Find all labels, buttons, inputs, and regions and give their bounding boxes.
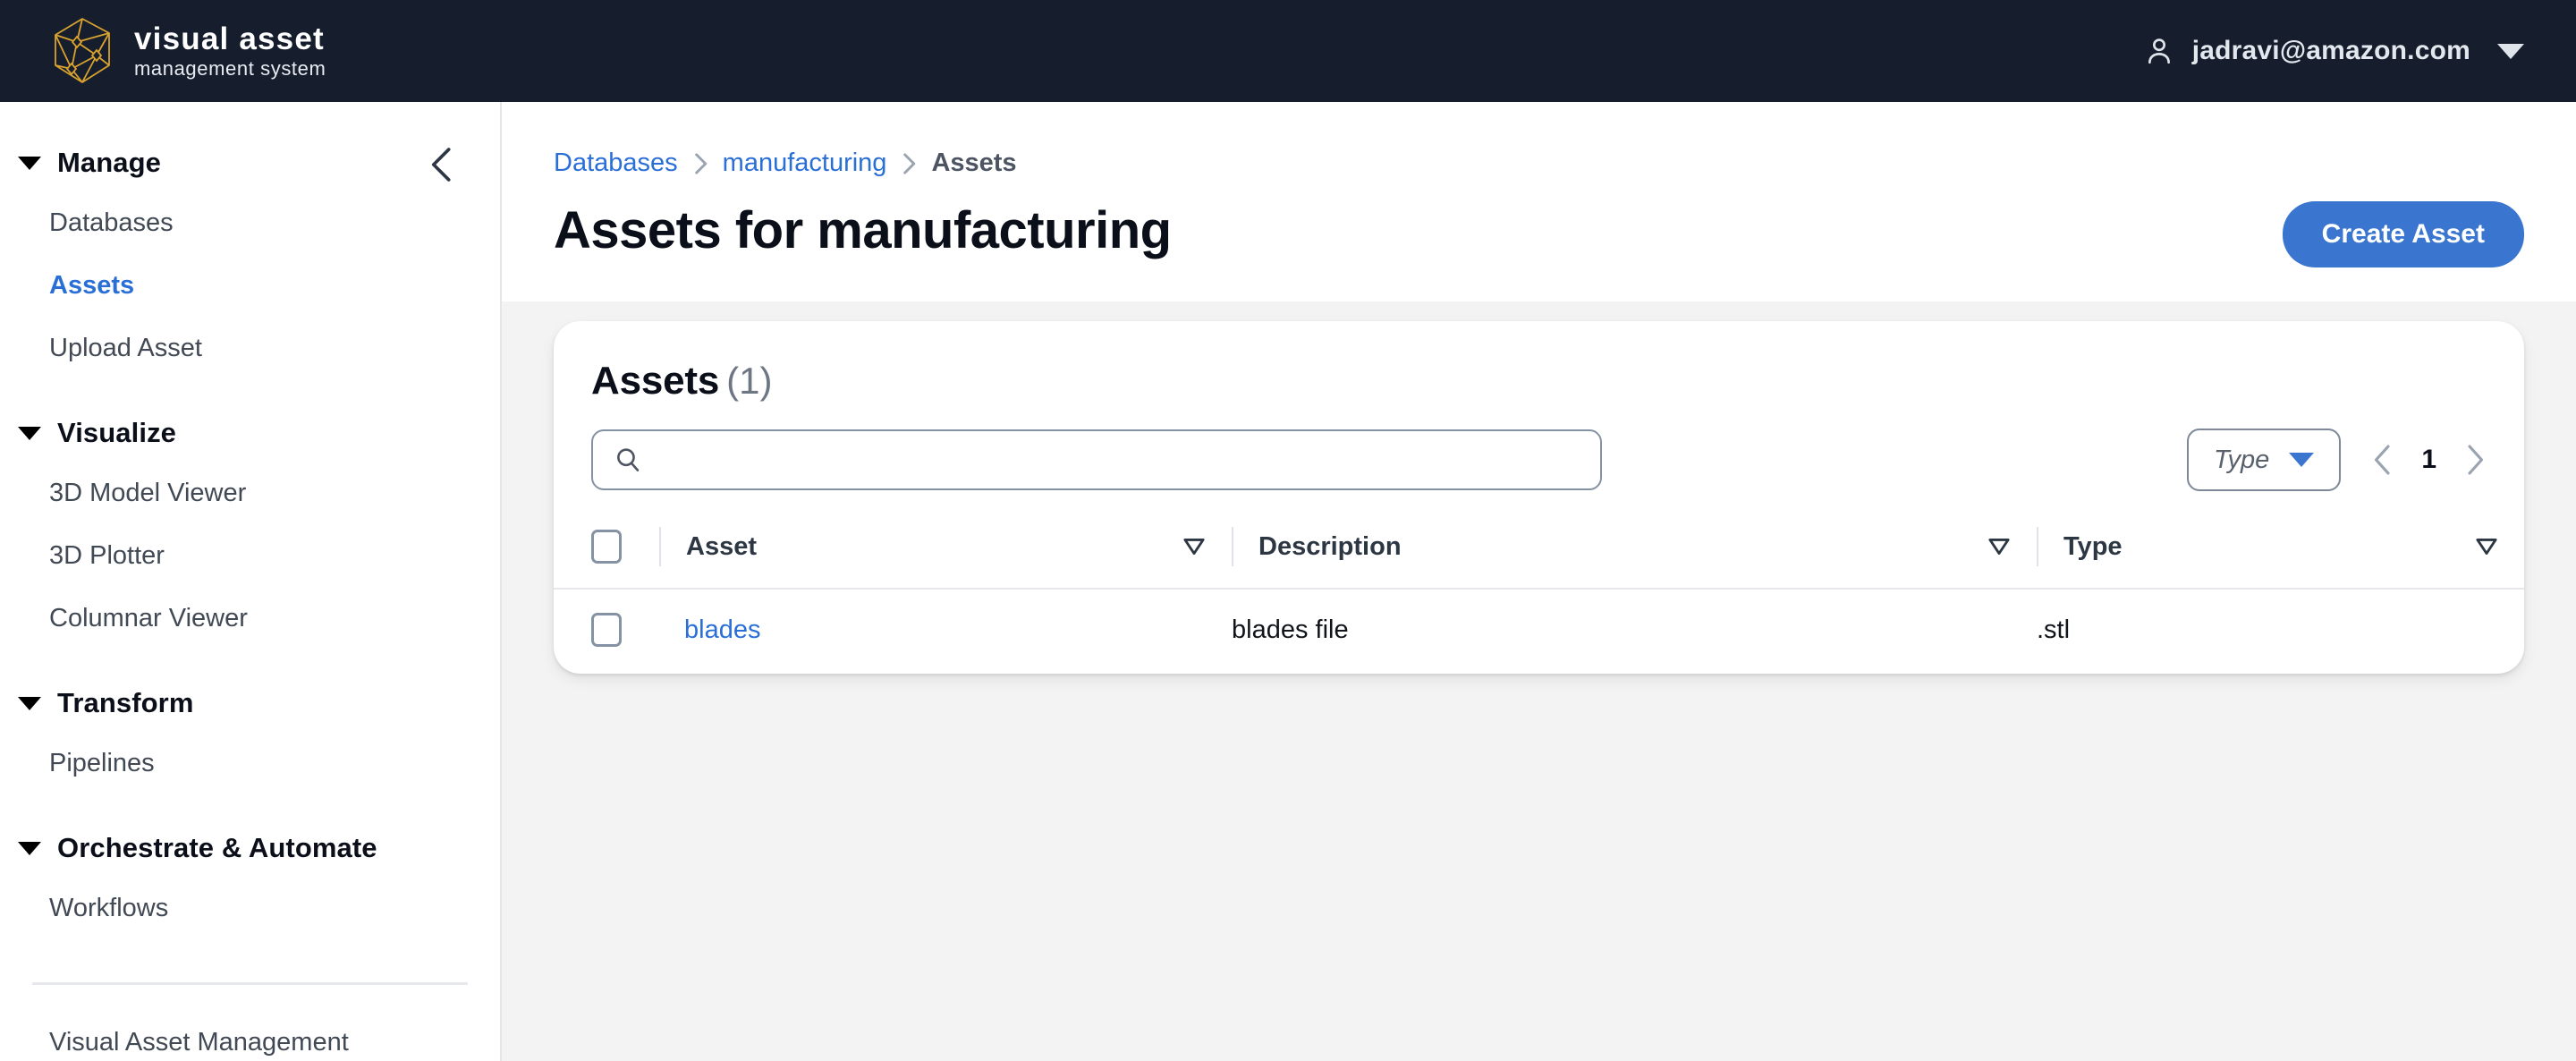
- type-filter-label: Type: [2214, 446, 2269, 475]
- search-icon: [614, 446, 641, 473]
- chevron-down-icon[interactable]: [2497, 44, 2524, 59]
- sidebar-item-databases[interactable]: Databases: [0, 191, 500, 254]
- sidebar-section-title: Visualize: [57, 417, 176, 449]
- breadcrumb: Databases manufacturing Assets: [554, 149, 2524, 178]
- sort-descending-icon[interactable]: [1183, 537, 1205, 556]
- page-shell: Manage Databases Assets Upload Asset Vis…: [0, 102, 2576, 1061]
- column-header-asset[interactable]: Asset: [659, 513, 1232, 589]
- column-header-description[interactable]: Description: [1232, 513, 2037, 589]
- brand-title: visual asset: [134, 21, 326, 57]
- sidebar-footer-label: Visual Asset Management System(VAMS): [0, 985, 500, 1061]
- hexagon-wireframe-logo-icon: [50, 15, 114, 87]
- breadcrumb-item-databases[interactable]: Databases: [554, 149, 678, 178]
- card-toolbar: Type 1: [554, 403, 2524, 491]
- row-checkbox[interactable]: [591, 613, 622, 647]
- brand-subtitle: management system: [134, 57, 326, 81]
- sidebar-section-visualize[interactable]: Visualize: [0, 404, 500, 462]
- toolbar-right: Type 1: [2187, 429, 2487, 491]
- sidebar-section-title: Transform: [57, 687, 194, 719]
- card-header: Assets(1): [554, 352, 2524, 403]
- sidebar-collapse-icon[interactable]: [427, 147, 457, 182]
- cell-type: .stl: [2037, 589, 2524, 674]
- search-box[interactable]: [591, 429, 1602, 490]
- spacer: [0, 794, 500, 819]
- triangle-down-icon: [18, 427, 41, 440]
- sidebar-section-manage[interactable]: Manage: [0, 134, 500, 191]
- pagination: 1: [2371, 444, 2487, 476]
- title-row: Assets for manufacturing Create Asset: [554, 201, 2524, 267]
- assets-table-head: Asset Description: [554, 513, 2524, 589]
- chevron-right-icon: [901, 152, 917, 175]
- create-asset-button[interactable]: Create Asset: [2283, 201, 2524, 267]
- type-filter-dropdown[interactable]: Type: [2187, 429, 2341, 491]
- column-header-type-label: Type: [2063, 532, 2123, 562]
- table-header-row: Asset Description: [554, 513, 2524, 589]
- assets-table: Asset Description: [554, 513, 2524, 674]
- page-title: Assets for manufacturing: [554, 201, 1172, 260]
- cell-asset: blades: [659, 589, 1232, 674]
- sidebar-item-workflows[interactable]: Workflows: [0, 877, 500, 939]
- sidebar-item-pipelines[interactable]: Pipelines: [0, 732, 500, 794]
- main-header: Databases manufacturing Assets Assets fo…: [502, 102, 2576, 301]
- select-all-checkbox[interactable]: [591, 530, 622, 564]
- column-header-description-label: Description: [1258, 532, 1402, 562]
- sort-descending-icon[interactable]: [1988, 537, 2010, 556]
- triangle-down-icon: [18, 842, 41, 855]
- card-title: Assets: [591, 359, 719, 403]
- sidebar-section-orchestrate-automate[interactable]: Orchestrate & Automate: [0, 819, 500, 877]
- sidebar-section-title: Manage: [57, 147, 161, 179]
- chevron-right-icon: [692, 152, 708, 175]
- assets-table-body: blades blades file .stl: [554, 589, 2524, 674]
- row-select-cell: [554, 589, 659, 674]
- cell-description: blades file: [1232, 589, 2037, 674]
- column-header-type[interactable]: Type: [2037, 513, 2524, 589]
- sort-descending-icon[interactable]: [2476, 537, 2497, 556]
- sidebar-item-3d-model-viewer[interactable]: 3D Model Viewer: [0, 462, 500, 524]
- sidebar-section-title: Orchestrate & Automate: [57, 832, 377, 864]
- sidebar-item-assets[interactable]: Assets: [0, 254, 500, 317]
- top-bar: visual asset management system jadravi@a…: [0, 0, 2576, 102]
- main-content: Databases manufacturing Assets Assets fo…: [502, 102, 2576, 1061]
- spacer: [0, 379, 500, 404]
- table-row[interactable]: blades blades file .stl: [554, 589, 2524, 674]
- sidebar-section-transform[interactable]: Transform: [0, 675, 500, 732]
- user-menu[interactable]: jadravi@amazon.com: [2144, 36, 2524, 66]
- sidebar-item-upload-asset[interactable]: Upload Asset: [0, 317, 500, 379]
- asset-link-blades[interactable]: blades: [659, 615, 760, 644]
- breadcrumb-item-manufacturing[interactable]: manufacturing: [723, 149, 887, 178]
- column-header-asset-label: Asset: [686, 532, 757, 562]
- brand-logo[interactable]: visual asset management system: [50, 15, 326, 87]
- brand-text: visual asset management system: [134, 21, 326, 81]
- assets-card: Assets(1) Type: [554, 321, 2524, 674]
- user-email-label: jadravi@amazon.com: [2192, 36, 2470, 66]
- select-all-cell: [554, 513, 659, 589]
- sidebar-item-columnar-viewer[interactable]: Columnar Viewer: [0, 587, 500, 649]
- search-input[interactable]: [657, 446, 1579, 474]
- sidebar-item-3d-plotter[interactable]: 3D Plotter: [0, 524, 500, 587]
- card-count: (1): [726, 360, 772, 402]
- triangle-down-icon: [18, 697, 41, 710]
- user-avatar-icon: [2144, 36, 2174, 66]
- triangle-down-icon: [18, 157, 41, 170]
- breadcrumb-item-assets: Assets: [931, 149, 1016, 178]
- pagination-next-icon[interactable]: [2463, 444, 2487, 476]
- pagination-current-page[interactable]: 1: [2421, 445, 2436, 475]
- triangle-down-icon: [2289, 453, 2314, 467]
- spacer: [0, 649, 500, 675]
- sidebar: Manage Databases Assets Upload Asset Vis…: [0, 102, 502, 1061]
- pagination-prev-icon[interactable]: [2371, 444, 2394, 476]
